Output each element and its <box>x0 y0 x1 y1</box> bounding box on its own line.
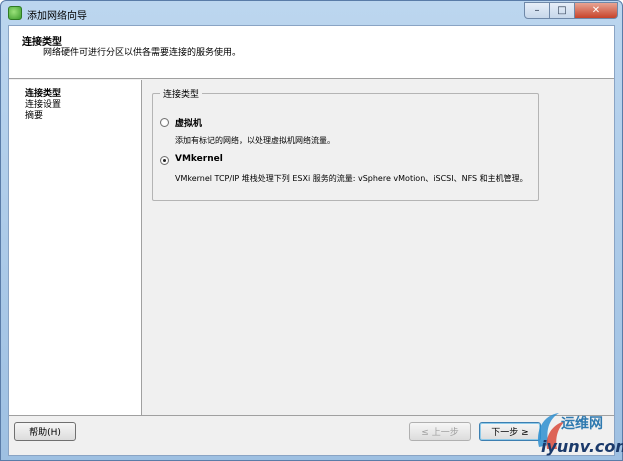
watermark-text-en: iyunv.com <box>541 437 623 456</box>
close-icon: ✕ <box>591 5 601 16</box>
maximize-button[interactable]: □ <box>550 2 575 19</box>
radio-virtual-machine[interactable] <box>160 118 169 127</box>
wizard-window: 添加网络向导 – □ ✕ 连接类型 网络硬件可进行分区以供各需要连接的服务使用。… <box>0 0 623 461</box>
main-panel: 连接类型 虚拟机 添加有标记的网络，以处理虚拟机网络流量。 VMkernel V… <box>143 80 614 415</box>
minimize-button[interactable]: – <box>524 2 550 19</box>
watermark: 运维网 iyunv.com <box>531 409 623 459</box>
option-vmkernel-description: VMkernel TCP/IP 堆栈处理下列 ESXi 服务的流量: vSphe… <box>175 174 528 183</box>
maximize-icon: □ <box>557 5 567 16</box>
back-button[interactable]: ≤ 上一步 <box>409 422 471 441</box>
wizard-client: 连接类型 网络硬件可进行分区以供各需要连接的服务使用。 连接类型 连接设置 摘要… <box>8 25 615 456</box>
window-title: 添加网络向导 <box>27 11 87 22</box>
watermark-text-cn: 运维网 <box>561 416 603 432</box>
radio-vmkernel[interactable] <box>160 156 169 165</box>
connection-type-group: 连接类型 虚拟机 添加有标记的网络，以处理虚拟机网络流量。 VMkernel V… <box>152 87 539 201</box>
step-navigation: 连接类型 连接设置 摘要 <box>9 80 142 415</box>
help-button-label: 帮助(H) <box>29 428 61 438</box>
footer-divider <box>9 415 614 416</box>
title-bar[interactable]: 添加网络向导 – □ ✕ <box>1 1 622 25</box>
wizard-header: 连接类型 网络硬件可进行分区以供各需要连接的服务使用。 <box>9 26 614 79</box>
minimize-icon: – <box>534 5 540 16</box>
app-icon <box>8 6 22 20</box>
option-vmkernel-label[interactable]: VMkernel <box>175 154 223 164</box>
group-legend: 连接类型 <box>160 87 203 100</box>
nav-item-summary[interactable]: 摘要 <box>25 108 43 121</box>
window-controls: – □ ✕ <box>524 2 618 19</box>
back-button-label: ≤ 上一步 <box>421 428 459 438</box>
next-button-label: 下一步 ≥ <box>491 428 529 438</box>
option-virtual-machine-label[interactable]: 虚拟机 <box>175 116 202 129</box>
option-virtual-machine-description: 添加有标记的网络，以处理虚拟机网络流量。 <box>175 136 335 145</box>
help-button[interactable]: 帮助(H) <box>14 422 76 441</box>
close-button[interactable]: ✕ <box>575 2 618 19</box>
page-description: 网络硬件可进行分区以供各需要连接的服务使用。 <box>43 48 242 58</box>
